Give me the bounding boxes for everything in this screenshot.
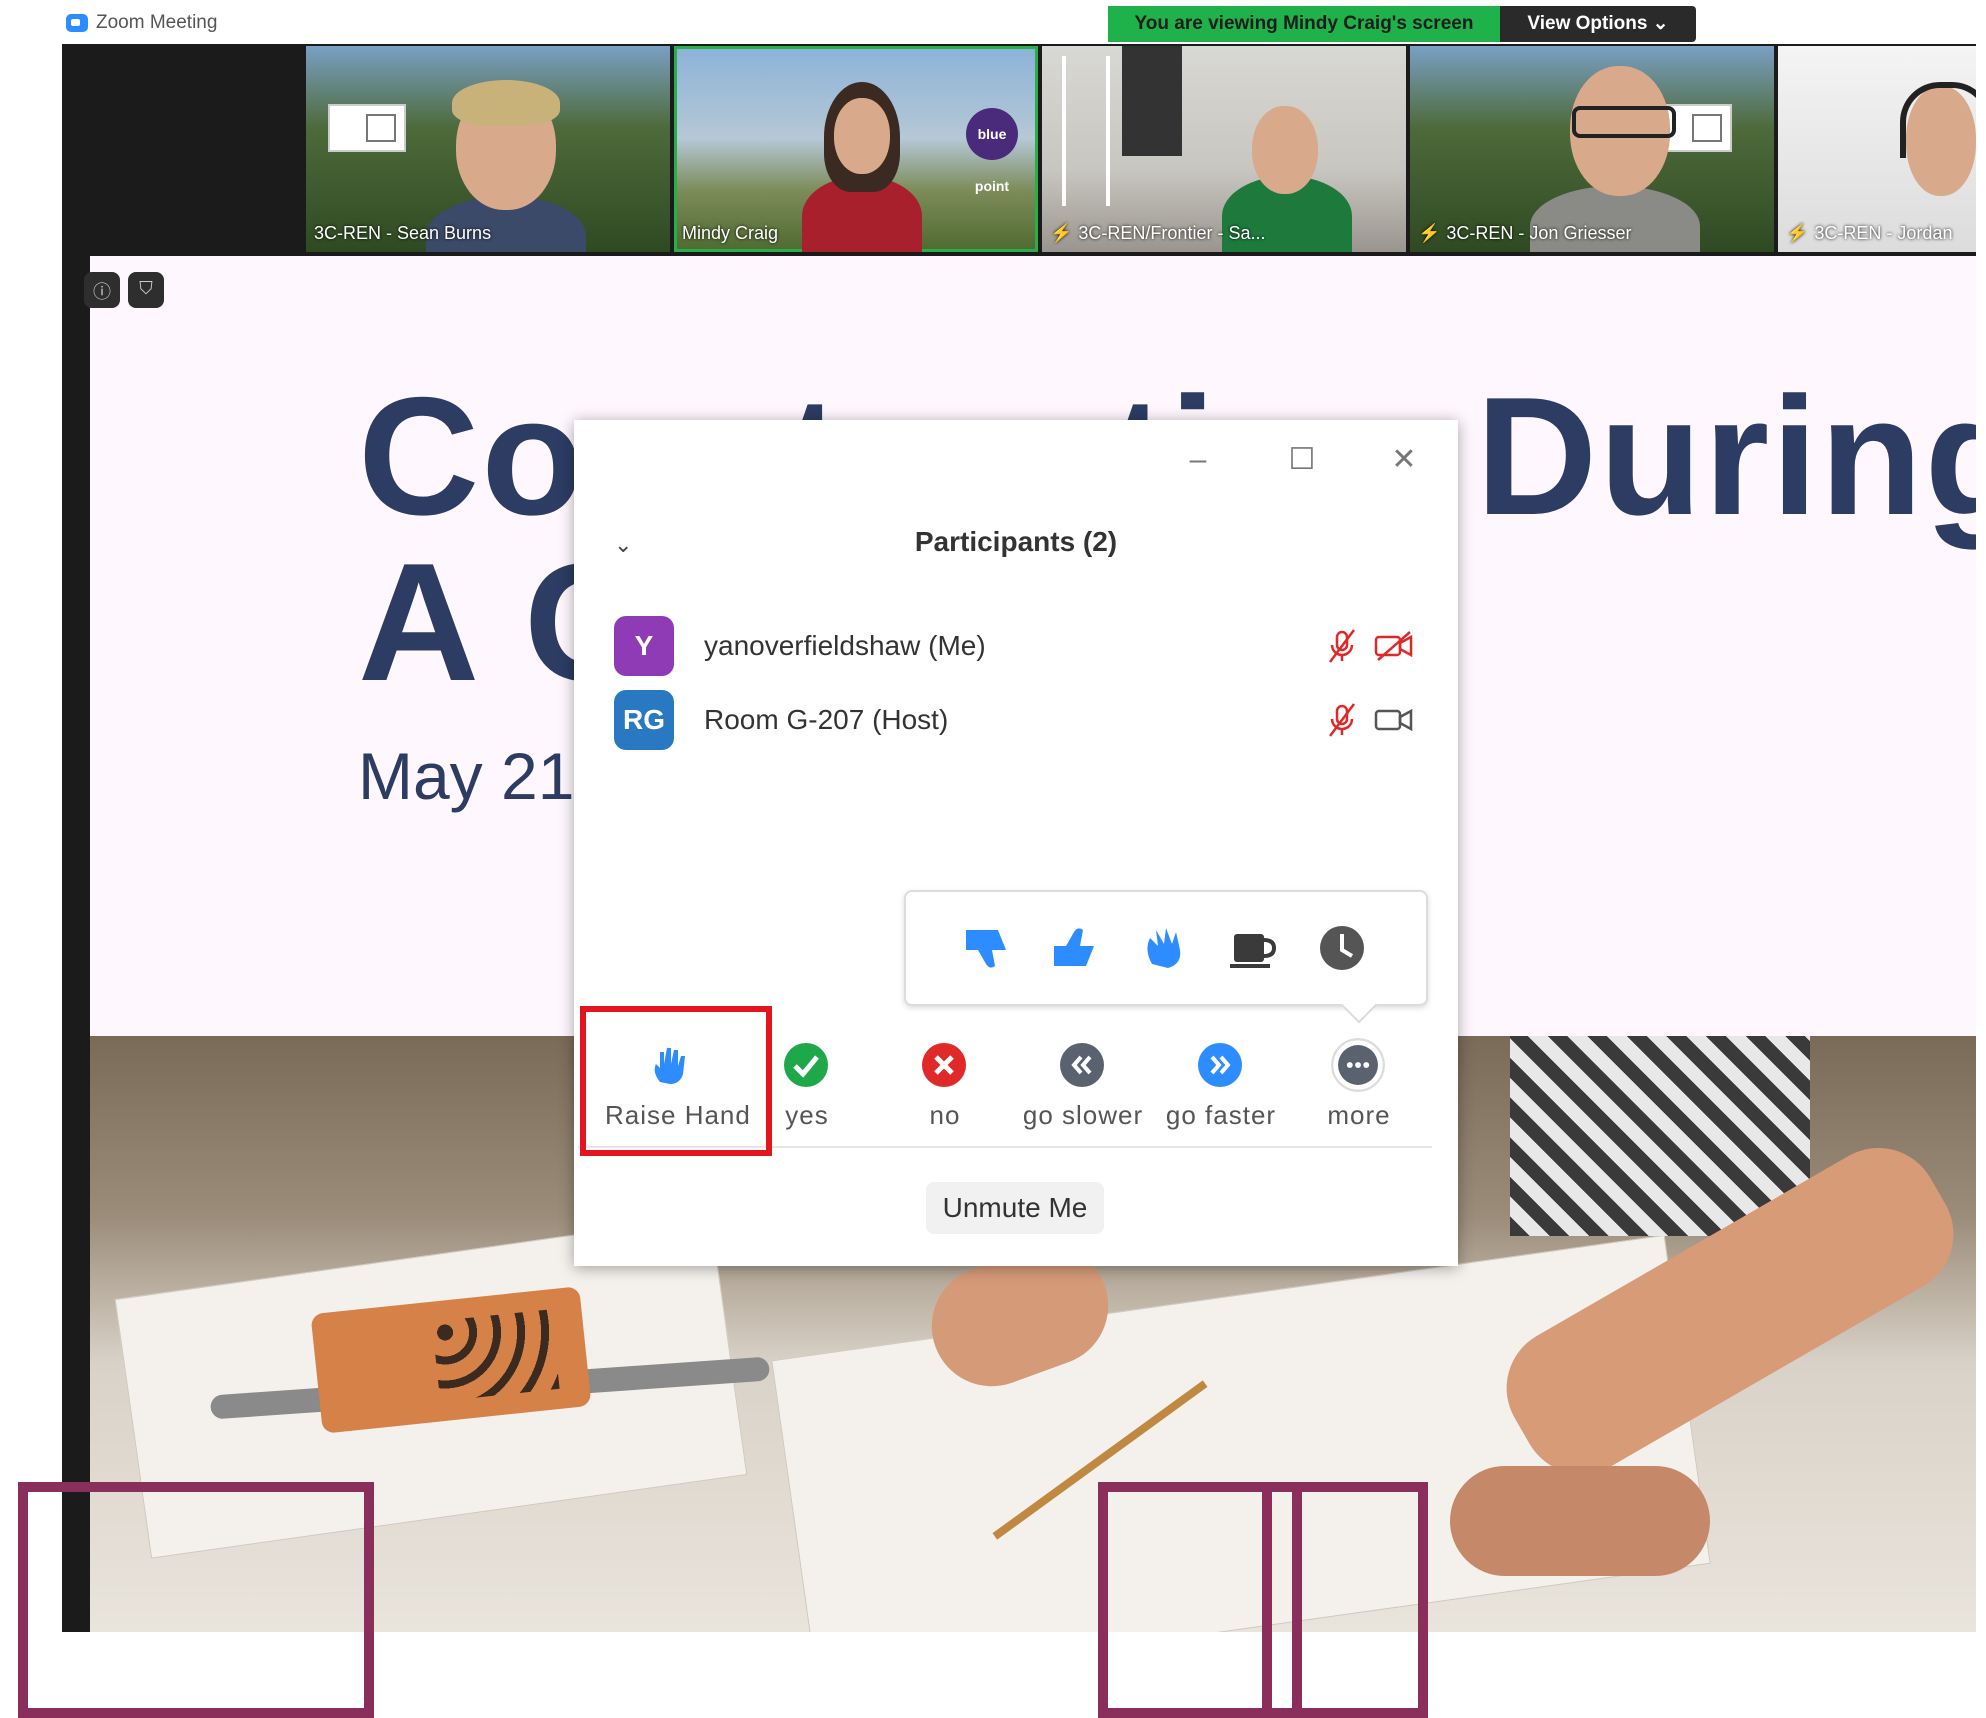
video-off-icon[interactable] [1374, 630, 1414, 662]
clap-icon[interactable] [1138, 920, 1194, 976]
tile-name: ⚡ 3C-REN/Frontier - Sa... [1050, 223, 1266, 243]
logo-3c-ren [328, 104, 406, 152]
no-button[interactable]: no [880, 1036, 1010, 1146]
participant-row[interactable]: RG Room G-207 (Host) [614, 690, 1414, 752]
mic-muted-icon[interactable] [1324, 628, 1360, 664]
maximize-button[interactable]: ☐ [1284, 442, 1320, 478]
glasses [1572, 106, 1676, 138]
window-titlebar: Zoom Meeting You are viewing Mindy Craig… [0, 0, 1986, 44]
minimize-button[interactable]: – [1180, 442, 1216, 478]
participant-face [1252, 106, 1318, 194]
more-button[interactable]: more [1294, 1036, 1424, 1146]
go-slower-label: go slower [1022, 1100, 1144, 1130]
fast-forward-icon [1198, 1043, 1242, 1087]
x-icon [922, 1043, 966, 1087]
mic-muted-icon: ⚡ [1418, 223, 1441, 243]
more-label: more [1327, 1100, 1391, 1130]
close-button[interactable]: ✕ [1386, 442, 1422, 478]
video-on-icon[interactable] [1374, 704, 1414, 736]
video-strip: 3C-REN - Sean Burns blue point Mindy Cra… [306, 46, 1976, 254]
go-faster-button[interactable]: go faster [1156, 1036, 1286, 1146]
participant-row[interactable]: Y yanoverfieldshaw (Me) [614, 616, 1414, 678]
tile-name: ⚡ 3C-REN - Jon Griesser [1418, 223, 1632, 243]
window-title: Zoom Meeting [96, 12, 218, 33]
thumbs-down-icon[interactable] [962, 920, 1018, 976]
tile-name: 3C-REN - Sean Burns [314, 223, 492, 243]
participant-face [834, 98, 890, 174]
mic-muted-icon: ⚡ [1050, 223, 1073, 243]
rewind-icon [1060, 1043, 1104, 1087]
video-tile[interactable]: 3C-REN - Sean Burns [306, 46, 670, 252]
unmute-me-button[interactable]: Unmute Me [926, 1182, 1104, 1234]
mic-muted-icon[interactable] [1324, 702, 1360, 738]
check-icon [784, 1043, 828, 1087]
avatar: Y [614, 616, 674, 676]
thumbs-up-icon[interactable] [1050, 920, 1106, 976]
tile-name: ⚡ 3C-REN - Jordan [1786, 223, 1953, 243]
video-tile[interactable]: ⚡ 3C-REN - Jon Griesser [1410, 46, 1774, 252]
go-faster-label: go faster [1165, 1100, 1277, 1130]
blue-point-logo: blue point [966, 108, 1018, 194]
zoom-camera-icon [66, 14, 88, 32]
participant-name: Room G-207 (Host) [704, 704, 949, 735]
mic-muted-icon: ⚡ [1786, 223, 1809, 243]
slide-date: May 21, [358, 739, 593, 813]
video-tile-active[interactable]: blue point Mindy Craig [674, 46, 1038, 252]
go-slower-button[interactable]: go slower [1018, 1036, 1148, 1146]
headphones [1900, 82, 1976, 158]
info-icon[interactable] [84, 272, 120, 308]
viewing-screen-banner: You are viewing Mindy Craig's screen [1108, 6, 1500, 42]
reactions-popup [904, 890, 1428, 1006]
raise-hand-highlight [580, 1006, 772, 1156]
view-options-button[interactable]: View Options ⌄ [1500, 6, 1696, 42]
tile-name: Mindy Craig [682, 223, 779, 243]
more-icon [1331, 1038, 1385, 1092]
participant-name: yanoverfieldshaw (Me) [704, 630, 986, 661]
shield-icon[interactable] [128, 272, 164, 308]
coffee-icon[interactable] [1226, 920, 1282, 976]
clock-icon[interactable] [1314, 920, 1370, 976]
annotation-box [1262, 1482, 1428, 1718]
annotation-box [18, 1482, 374, 1718]
no-label: no [929, 1100, 961, 1130]
participants-title: Participants (2) [914, 526, 1118, 557]
video-tile[interactable]: ⚡ 3C-REN/Frontier - Sa... [1042, 46, 1406, 252]
video-tile[interactable]: ⚡ 3C-REN - Jordan [1778, 46, 1976, 252]
avatar: RG [614, 690, 674, 750]
